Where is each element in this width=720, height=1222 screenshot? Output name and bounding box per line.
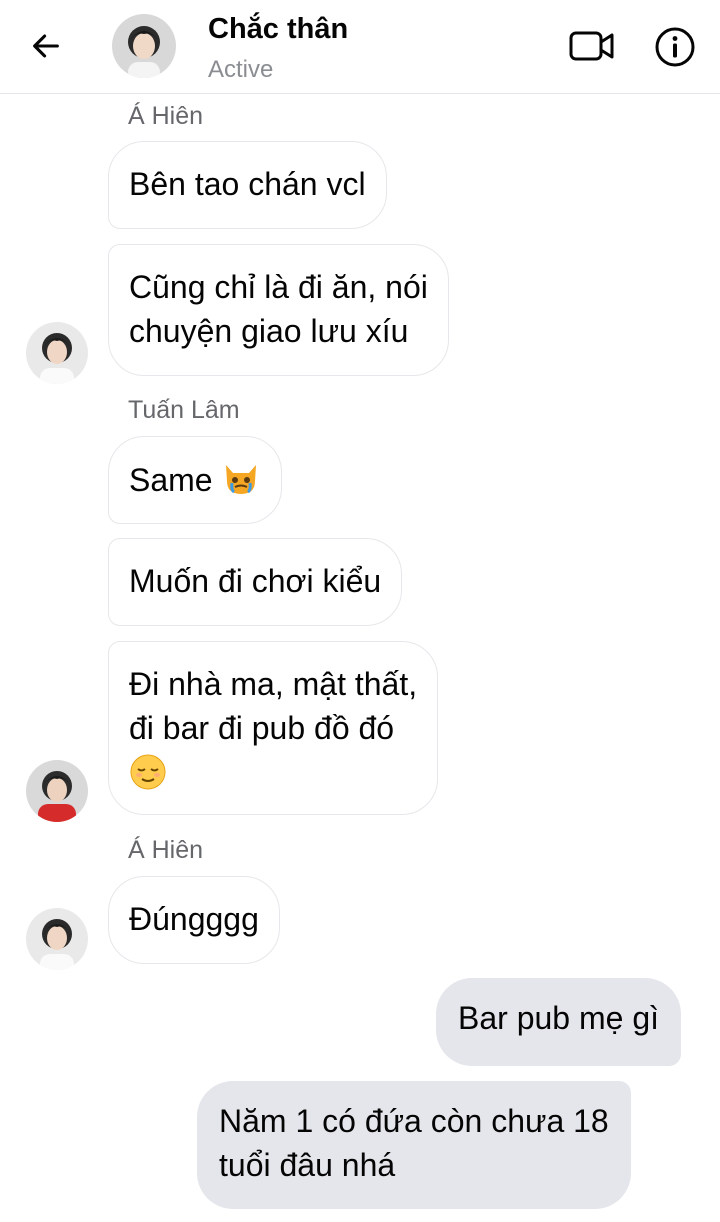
arrow-left-icon [33,34,59,58]
message-text: Muốn đi chơi kiểu [129,563,382,599]
message-text-line: chuyện giao lưu xíu [129,313,409,349]
active-status: Active [208,56,274,83]
sender-avatar[interactable] [26,322,88,384]
sender-avatar[interactable] [26,760,88,822]
message-bubble[interactable]: Muốn đi chơi kiểu [108,538,403,626]
chat-title: Chắc thân [208,13,349,45]
message-bubble[interactable]: Đúngggg [108,876,280,964]
message-text: Bar pub mẹ gì [458,1000,659,1036]
message-bubble[interactable]: Same [108,436,283,524]
info-button[interactable] [650,22,700,72]
contact-avatar[interactable] [112,14,176,78]
chat-header: Chắc thân Active [0,0,720,94]
relieved-face-emoji [129,750,417,794]
outgoing-message-bubble[interactable]: Năm 1 có đứa còn chưa 18 tuổi đâu nhá [197,1081,631,1209]
message-text-line: Cũng chỉ là đi ăn, nói [129,269,428,305]
sender-avatar[interactable] [26,908,88,970]
video-call-icon [569,31,614,61]
sender-name: Tuấn Lâm [128,396,240,424]
back-button[interactable] [22,22,70,70]
message-bubble[interactable]: Bên tao chán vcl [108,141,387,229]
message-text-line: Năm 1 có đứa còn chưa 18 [219,1103,609,1139]
crying-cat-emoji [221,457,261,508]
message-text: Same [129,461,213,498]
info-icon [655,27,695,67]
sender-name: Á Hiên [128,836,204,864]
message-text: Bên tao chán vcl [129,166,366,202]
message-text-line: Đi nhà ma, mật thất, [129,666,418,702]
sender-name: Á Hiên [128,102,204,130]
message-text: Đúngggg [129,901,259,937]
message-bubble[interactable]: Cũng chỉ là đi ăn, nói chuyện giao lưu x… [108,244,449,376]
video-call-button[interactable] [566,24,618,68]
outgoing-message-bubble[interactable]: Bar pub mẹ gì [436,978,681,1066]
message-bubble[interactable]: Đi nhà ma, mật thất, đi bar đi pub đồ đó [108,641,439,815]
message-text-line: đi bar đi pub đồ đó [129,710,395,746]
message-text-line: tuổi đâu nhá [219,1147,396,1183]
